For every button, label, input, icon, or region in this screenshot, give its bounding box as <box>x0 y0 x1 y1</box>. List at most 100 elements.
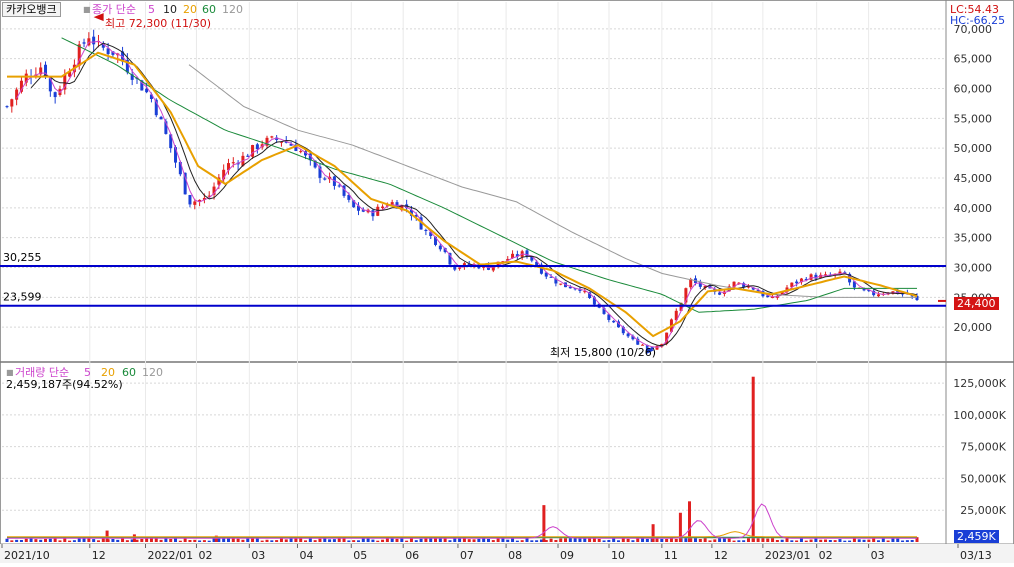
candle-body <box>438 245 442 250</box>
volume-bar <box>92 539 96 542</box>
candle-body <box>188 195 192 205</box>
volume-bar <box>641 538 645 542</box>
volume-spike-bar <box>651 524 655 542</box>
volume-bar <box>337 538 341 542</box>
volume-bar <box>236 538 240 542</box>
high-annotation: 최고 72,300 (11/30) <box>105 17 212 30</box>
volume-bar <box>660 538 664 542</box>
volume-bar <box>34 539 38 542</box>
volume-legend-ma120[interactable]: 120 <box>142 366 163 379</box>
volume-bar <box>549 538 553 542</box>
candle-body <box>424 229 428 232</box>
volume-bar <box>896 538 900 542</box>
volume-bar <box>169 538 173 542</box>
legend-ma5[interactable]: 5 <box>148 3 155 16</box>
volume-bar <box>260 540 264 542</box>
volume-bar <box>429 538 433 542</box>
volume-bar <box>48 538 52 542</box>
x-tick-label: 2022/01 <box>147 549 193 562</box>
candle-body <box>270 136 274 138</box>
volume-bar <box>318 538 322 542</box>
volume-bar <box>515 540 519 542</box>
volume-info: 2,459,187주(94.52%) <box>6 378 123 391</box>
candle-body <box>876 294 880 297</box>
hc-label: HC:-66.25 <box>950 14 1006 27</box>
volume-bar <box>771 537 775 542</box>
price-tick-label: 60,000 <box>954 83 993 96</box>
volume-bar <box>698 538 702 542</box>
volume-bar <box>472 539 476 542</box>
candle-body <box>299 151 303 153</box>
volume-bar <box>631 540 635 542</box>
volume-bar <box>467 539 471 542</box>
volume-bar <box>665 538 669 542</box>
volume-bar <box>371 539 375 542</box>
volume-bar <box>828 539 832 542</box>
volume-bar <box>241 539 245 542</box>
volume-bar <box>607 540 611 542</box>
volume-bar <box>626 538 630 542</box>
volume-bar <box>718 537 722 542</box>
volume-bar <box>848 540 852 542</box>
volume-bar <box>901 540 905 542</box>
price-tick-label: 50,000 <box>954 142 993 155</box>
volume-bar <box>506 539 510 542</box>
volume-bar <box>174 538 178 542</box>
legend-ma20[interactable]: 20 <box>183 3 197 16</box>
candle-body <box>381 206 385 209</box>
volume-bar <box>886 540 890 542</box>
volume-bar <box>756 538 760 542</box>
x-tick-label: 12 <box>714 549 728 562</box>
x-tick-label: 04 <box>299 549 313 562</box>
volume-bar <box>356 540 360 542</box>
volume-bar <box>68 540 72 542</box>
volume-bar <box>742 540 746 542</box>
volume-tick-label: 100,000K <box>953 409 1006 422</box>
volume-bar <box>530 540 534 542</box>
x-tick-label: 03/13 <box>960 549 992 562</box>
volume-bar <box>602 540 606 542</box>
volume-bar <box>44 538 48 542</box>
legend-ma10[interactable]: 10 <box>163 3 177 16</box>
legend-ma120[interactable]: 120 <box>222 3 243 16</box>
volume-bar <box>674 538 678 542</box>
candle-body <box>337 185 341 187</box>
candle-body <box>323 178 327 180</box>
volume-bar <box>111 538 115 542</box>
volume-bar <box>766 538 770 542</box>
volume-bar <box>737 540 741 542</box>
stock-name-box[interactable]: 카카오뱅크 <box>2 2 61 17</box>
price-tick-label: 35,000 <box>954 232 993 245</box>
price-tick-label: 65,000 <box>954 53 993 66</box>
price-legend-mark: ■ <box>83 5 91 14</box>
volume-bar <box>833 540 837 542</box>
volume-legend-ma60[interactable]: 60 <box>122 366 136 379</box>
volume-bar <box>867 539 871 542</box>
price-tick-label: 40,000 <box>954 202 993 215</box>
candle-body <box>193 201 197 205</box>
price-legend-label[interactable]: 종가 단순 <box>92 3 136 16</box>
x-tick-label: 11 <box>664 549 678 562</box>
candle-body <box>458 267 462 269</box>
volume-bar <box>814 538 818 542</box>
volume-bar <box>520 540 524 542</box>
volume-bar <box>564 538 568 542</box>
low-annotation: 최저 15,800 (10/26) <box>550 346 657 359</box>
candle-body <box>559 283 563 285</box>
volume-bar <box>616 540 620 542</box>
volume-bar <box>910 539 914 542</box>
candle-body <box>255 144 259 150</box>
volume-bar <box>405 540 409 542</box>
volume-bar <box>222 538 226 542</box>
volume-bar <box>905 540 909 542</box>
x-tick-label: 09 <box>560 549 574 562</box>
volume-tick-label: 25,000K <box>960 504 1006 517</box>
legend-ma60[interactable]: 60 <box>202 3 216 16</box>
x-tick-label: 03 <box>251 549 265 562</box>
x-tick-label: 08 <box>508 549 522 562</box>
current-price-box: 24,400 <box>954 297 999 310</box>
volume-bar <box>24 538 28 542</box>
ma20-line <box>7 51 918 338</box>
volume-bar <box>125 540 129 542</box>
volume-bar <box>414 540 418 542</box>
